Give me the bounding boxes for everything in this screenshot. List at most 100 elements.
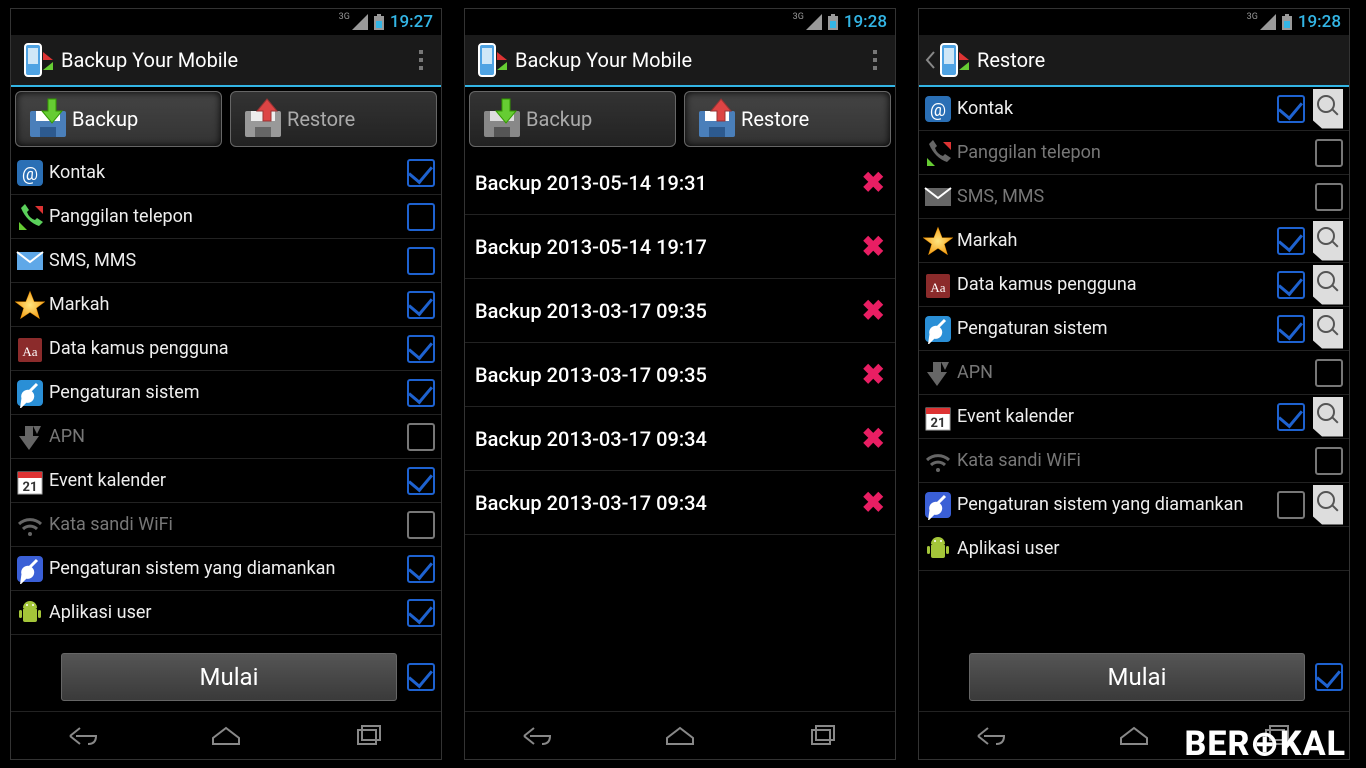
overflow-menu-icon[interactable] bbox=[863, 50, 887, 70]
option-row-settings[interactable]: Pengaturan sistem bbox=[11, 371, 441, 415]
delete-backup-icon[interactable]: ✖ bbox=[862, 166, 885, 199]
option-checkbox[interactable] bbox=[1277, 491, 1305, 519]
option-row-apps[interactable]: Aplikasi user bbox=[919, 527, 1349, 571]
option-row-settings[interactable]: Pengaturan sistem bbox=[919, 307, 1349, 351]
status-bar: 3G 19:27 bbox=[11, 9, 441, 35]
tab-backup[interactable]: Backup bbox=[15, 91, 222, 147]
option-row-wifi[interactable]: Kata sandi WiFi bbox=[919, 439, 1349, 483]
option-row-bookmarks[interactable]: Markah bbox=[11, 283, 441, 327]
nav-home-icon[interactable] bbox=[1117, 724, 1151, 748]
backup-entry[interactable]: Backup 2013-05-14 19:17✖ bbox=[465, 215, 895, 279]
apps-icon bbox=[13, 596, 47, 630]
nav-recent-icon[interactable] bbox=[352, 724, 386, 748]
option-row-sms[interactable]: SMS, MMS bbox=[919, 175, 1349, 219]
option-label: Pengaturan sistem yang diamankan bbox=[957, 494, 1275, 515]
option-row-calendar[interactable]: 21Event kalender bbox=[919, 395, 1349, 439]
option-row-dict[interactable]: AaData kamus pengguna bbox=[11, 327, 441, 371]
view-details-icon[interactable] bbox=[1313, 485, 1343, 525]
option-checkbox[interactable] bbox=[407, 511, 435, 539]
tab-restore[interactable]: Restore bbox=[684, 91, 891, 147]
option-row-secset[interactable]: Pengaturan sistem yang diamankan bbox=[11, 547, 441, 591]
delete-backup-icon[interactable]: ✖ bbox=[862, 358, 885, 391]
nav-home-icon[interactable] bbox=[663, 724, 697, 748]
option-row-secset[interactable]: Pengaturan sistem yang diamankan bbox=[919, 483, 1349, 527]
option-row-apn[interactable]: APN bbox=[919, 351, 1349, 395]
view-details-icon[interactable] bbox=[1313, 89, 1343, 129]
option-row-contacts[interactable]: @Kontak bbox=[919, 87, 1349, 131]
option-label: Data kamus pengguna bbox=[957, 274, 1275, 295]
nav-bar bbox=[919, 711, 1349, 759]
option-label: Event kalender bbox=[957, 406, 1275, 427]
option-row-calls[interactable]: Panggilan telepon bbox=[919, 131, 1349, 175]
option-row-bookmarks[interactable]: Markah bbox=[919, 219, 1349, 263]
action-bar: Backup Your Mobile bbox=[465, 35, 895, 87]
option-checkbox[interactable] bbox=[407, 159, 435, 187]
tab-backup[interactable]: Backup bbox=[469, 91, 676, 147]
option-checkbox[interactable] bbox=[1277, 227, 1305, 255]
nav-recent-icon[interactable] bbox=[1260, 724, 1294, 748]
option-row-contacts[interactable]: @Kontak bbox=[11, 151, 441, 195]
backup-entry[interactable]: Backup 2013-03-17 09:35✖ bbox=[465, 279, 895, 343]
overflow-menu-icon[interactable] bbox=[409, 50, 433, 70]
nav-bar bbox=[11, 711, 441, 759]
option-checkbox[interactable] bbox=[407, 203, 435, 231]
option-checkbox[interactable] bbox=[407, 599, 435, 627]
app-icon[interactable] bbox=[933, 40, 973, 80]
nav-home-icon[interactable] bbox=[209, 724, 243, 748]
option-checkbox[interactable] bbox=[407, 335, 435, 363]
start-button[interactable]: Mulai bbox=[61, 653, 397, 701]
view-details-icon[interactable] bbox=[1313, 309, 1343, 349]
backup-entry-label: Backup 2013-03-17 09:34 bbox=[475, 491, 862, 515]
select-all-checkbox[interactable] bbox=[407, 663, 435, 691]
option-checkbox[interactable] bbox=[407, 467, 435, 495]
delete-backup-icon[interactable]: ✖ bbox=[862, 294, 885, 327]
view-details-icon[interactable] bbox=[1313, 265, 1343, 305]
start-button[interactable]: Mulai bbox=[969, 653, 1305, 701]
status-bar: 3G 19:28 bbox=[465, 9, 895, 35]
option-checkbox[interactable] bbox=[1315, 139, 1343, 167]
delete-backup-icon[interactable]: ✖ bbox=[862, 230, 885, 263]
view-details-icon[interactable] bbox=[1313, 397, 1343, 437]
backup-entry[interactable]: Backup 2013-03-17 09:34✖ bbox=[465, 471, 895, 535]
delete-backup-icon[interactable]: ✖ bbox=[862, 486, 885, 519]
calendar-icon: 21 bbox=[13, 464, 47, 498]
backup-entry[interactable]: Backup 2013-05-14 19:31✖ bbox=[465, 151, 895, 215]
option-checkbox[interactable] bbox=[407, 555, 435, 583]
view-details-icon[interactable] bbox=[1313, 221, 1343, 261]
option-checkbox[interactable] bbox=[1315, 183, 1343, 211]
option-checkbox[interactable] bbox=[1315, 447, 1343, 475]
option-checkbox[interactable] bbox=[407, 379, 435, 407]
option-checkbox[interactable] bbox=[407, 423, 435, 451]
option-checkbox[interactable] bbox=[407, 247, 435, 275]
option-row-dict[interactable]: AaData kamus pengguna bbox=[919, 263, 1349, 307]
option-checkbox[interactable] bbox=[407, 291, 435, 319]
tab-restore-label: Restore bbox=[741, 107, 809, 131]
nav-back-icon[interactable] bbox=[974, 724, 1008, 748]
status-time: 19:28 bbox=[1298, 12, 1341, 32]
option-row-calendar[interactable]: 21Event kalender bbox=[11, 459, 441, 503]
tab-restore[interactable]: Restore bbox=[230, 91, 437, 147]
secset-icon bbox=[921, 488, 955, 522]
option-checkbox[interactable] bbox=[1277, 403, 1305, 431]
option-label: Markah bbox=[49, 294, 405, 315]
nav-back-icon[interactable] bbox=[520, 724, 554, 748]
nav-back-icon[interactable] bbox=[66, 724, 100, 748]
option-row-sms[interactable]: SMS, MMS bbox=[11, 239, 441, 283]
option-checkbox[interactable] bbox=[1277, 271, 1305, 299]
select-all-checkbox[interactable] bbox=[1315, 663, 1343, 691]
option-row-apn[interactable]: APN bbox=[11, 415, 441, 459]
option-row-wifi[interactable]: Kata sandi WiFi bbox=[11, 503, 441, 547]
nav-recent-icon[interactable] bbox=[806, 724, 840, 748]
option-checkbox[interactable] bbox=[1315, 359, 1343, 387]
backup-entry[interactable]: Backup 2013-03-17 09:34✖ bbox=[465, 407, 895, 471]
svg-text:Aa: Aa bbox=[22, 344, 37, 359]
option-label: Kontak bbox=[49, 162, 405, 183]
wifi-icon bbox=[13, 508, 47, 542]
backup-entry-label: Backup 2013-03-17 09:35 bbox=[475, 363, 862, 387]
option-row-apps[interactable]: Aplikasi user bbox=[11, 591, 441, 635]
option-row-calls[interactable]: Panggilan telepon bbox=[11, 195, 441, 239]
option-checkbox[interactable] bbox=[1277, 315, 1305, 343]
backup-entry[interactable]: Backup 2013-03-17 09:35✖ bbox=[465, 343, 895, 407]
delete-backup-icon[interactable]: ✖ bbox=[862, 422, 885, 455]
option-checkbox[interactable] bbox=[1277, 95, 1305, 123]
